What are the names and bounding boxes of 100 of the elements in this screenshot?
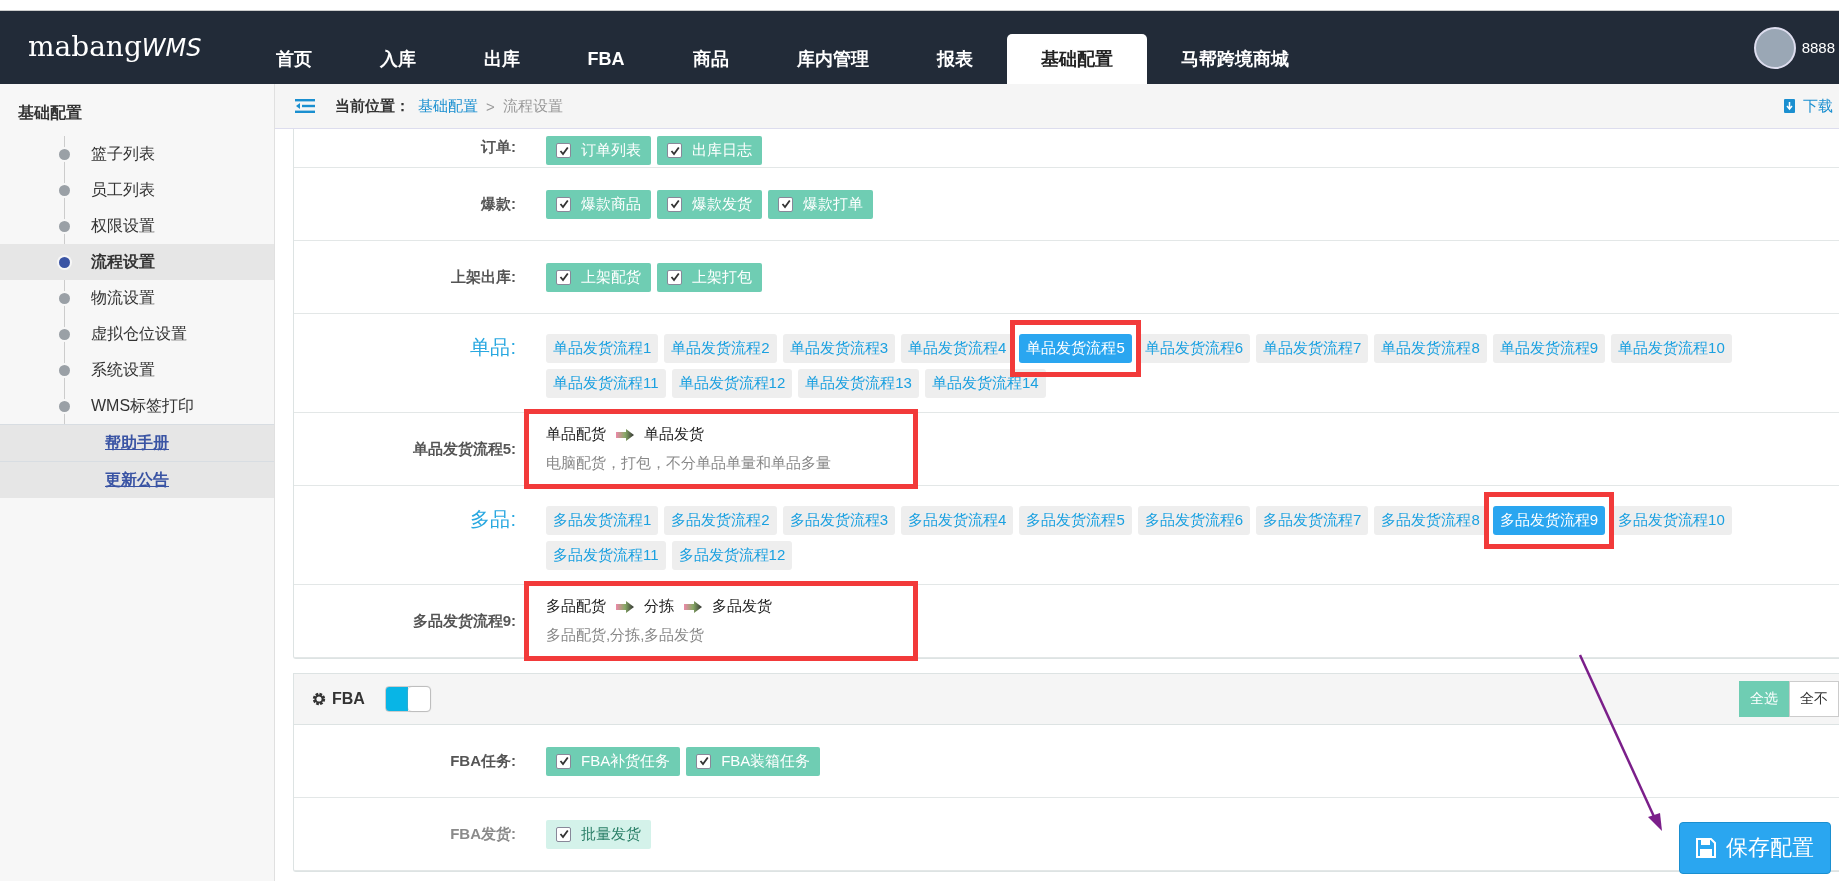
checkbox-label: FBA装箱任务	[721, 751, 811, 771]
checkbox-option[interactable]: 订单列表	[546, 136, 651, 165]
arrow-icon	[616, 600, 634, 613]
flow-option[interactable]: 单品发货流程3	[782, 334, 896, 363]
avatar[interactable]	[1753, 26, 1796, 69]
select-button[interactable]: 全选	[1739, 681, 1789, 717]
checkbox-option[interactable]: 上架配货	[546, 262, 651, 292]
sidebar-item[interactable]: 员工列表	[0, 172, 274, 208]
flow-option[interactable]: 多品发货流程12	[671, 541, 793, 570]
nav-tab[interactable]: FBA	[553, 34, 659, 84]
checkbox-option[interactable]: 上架打包	[657, 262, 762, 292]
field-label: 多品发货流程9:	[411, 611, 517, 631]
flow-option[interactable]: 单品发货流程9	[1492, 334, 1606, 363]
flow-option[interactable]: 多品发货流程3	[782, 506, 896, 535]
flow-option[interactable]: 单品发货流程10	[1611, 334, 1732, 363]
nav-tab[interactable]: 库内管理	[762, 34, 903, 84]
flow-option[interactable]: 单品发货流程2	[664, 334, 777, 363]
flow-option[interactable]: 单品发货流程1	[546, 334, 659, 363]
flow-option[interactable]: 多品发货流程1	[546, 506, 659, 535]
nav-tab[interactable]: 马帮跨境商城	[1146, 34, 1323, 84]
flow-step: 单品配货	[546, 425, 606, 444]
flow-option[interactable]: 多品发货流程7	[1256, 506, 1369, 535]
field-label: 爆款:	[480, 194, 517, 214]
checkbox-label: 批量发货	[581, 824, 641, 844]
flow-option[interactable]: 单品发货流程14	[924, 369, 1046, 398]
flow-step: 单品发货	[644, 425, 704, 444]
flow-description: 多品配货,分拣,多品发货	[546, 626, 706, 645]
checkbox-option[interactable]: 爆款商品	[546, 189, 651, 219]
save-button[interactable]: 保存配置	[1679, 822, 1831, 874]
breadcrumb-separator: >	[486, 97, 495, 115]
checkbox-option[interactable]: 批量发货	[546, 819, 651, 849]
checkbox-label: 爆款打单	[803, 194, 863, 214]
nav-tab[interactable]: 基础配置	[1006, 34, 1147, 84]
flow-option[interactable]: 多品发货流程8	[1374, 506, 1487, 535]
breadcrumb-link[interactable]: 基础配置	[418, 96, 478, 116]
toggle-switch[interactable]	[384, 686, 431, 712]
flow-option[interactable]: 单品发货流程7	[1256, 334, 1369, 363]
checkbox-option[interactable]: FBA补货任务	[546, 746, 681, 776]
user-name[interactable]: 8888	[1801, 39, 1835, 56]
field-label: 多品:	[469, 507, 517, 532]
checkbox[interactable]	[556, 753, 571, 769]
checkbox-option[interactable]: 出库日志	[657, 136, 762, 165]
checkbox[interactable]	[556, 143, 571, 158]
field-label: FBA发货:	[449, 824, 517, 844]
sidebar-link[interactable]: 帮助手册	[105, 432, 169, 454]
field-label: 上架出库:	[450, 267, 517, 287]
checkbox-label: 出库日志	[692, 141, 752, 160]
checkbox-option[interactable]: 爆款发货	[657, 189, 762, 219]
breadcrumb-current: 流程设置	[502, 96, 563, 116]
sidebar-item[interactable]: 篮子列表	[0, 136, 274, 172]
flow-option[interactable]: 多品发货流程6	[1137, 506, 1251, 535]
flow-option[interactable]: 多品发货流程5	[1019, 506, 1132, 535]
checkbox-option[interactable]: FBA装箱任务	[686, 746, 821, 776]
flow-step: 分拣	[644, 597, 674, 616]
breadcrumb-label: 当前位置：	[335, 96, 410, 116]
checkbox-label: FBA补货任务	[581, 751, 671, 771]
flow-option[interactable]: 多品发货流程11	[546, 541, 666, 570]
nav-tab[interactable]: 商品	[658, 34, 763, 84]
checkbox[interactable]	[667, 196, 682, 212]
sidebar-link[interactable]: 更新公告	[105, 469, 169, 491]
checkbox-option[interactable]: 爆款打单	[768, 189, 873, 219]
flow-option[interactable]: 多品发货流程2	[664, 506, 777, 535]
nav-tab[interactable]: 报表	[902, 34, 1007, 84]
checkbox-label: 订单列表	[581, 141, 641, 160]
checkbox[interactable]	[667, 269, 682, 285]
arrow-icon	[616, 428, 634, 441]
select-button[interactable]: 全不	[1789, 681, 1839, 717]
flow-option[interactable]: 单品发货流程5	[1019, 334, 1132, 363]
flow-option[interactable]: 单品发货流程11	[546, 369, 666, 398]
nav-tab[interactable]: 入库	[345, 34, 450, 84]
flow-option[interactable]: 多品发货流程9	[1492, 506, 1606, 535]
checkbox[interactable]	[556, 826, 571, 842]
gear-icon	[312, 692, 326, 706]
flow-description: 电脑配货，打包，不分单品单量和单品多量	[546, 454, 832, 473]
checkbox[interactable]	[778, 196, 793, 212]
sidebar-item[interactable]: 流程设置	[0, 244, 274, 280]
sidebar-item[interactable]: WMS标签打印	[0, 388, 274, 424]
checkbox[interactable]	[667, 143, 682, 158]
checkbox-label: 爆款商品	[581, 194, 641, 214]
field-label: 单品发货流程5:	[411, 439, 517, 459]
sidebar-item[interactable]: 虚拟仓位设置	[0, 316, 274, 352]
nav-tab[interactable]: 出库	[449, 34, 554, 84]
download-icon	[1784, 99, 1795, 113]
sidebar-item[interactable]: 权限设置	[0, 208, 274, 244]
download-link[interactable]: 下载	[1784, 96, 1839, 116]
sidebar-item[interactable]: 系统设置	[0, 352, 274, 388]
checkbox[interactable]	[696, 753, 712, 769]
checkbox[interactable]	[556, 269, 571, 285]
flow-option[interactable]: 单品发货流程8	[1374, 334, 1487, 363]
field-label: 单品:	[469, 335, 517, 360]
flow-step: 多品发货	[712, 597, 772, 616]
flow-option[interactable]: 单品发货流程13	[798, 369, 919, 398]
sidebar-item[interactable]: 物流设置	[0, 280, 274, 316]
nav-tab[interactable]: 首页	[241, 34, 346, 84]
flow-option[interactable]: 单品发货流程12	[671, 369, 793, 398]
checkbox-label: 上架打包	[692, 267, 752, 287]
flow-step: 多品配货	[546, 597, 606, 616]
flow-option[interactable]: 多品发货流程10	[1611, 506, 1732, 535]
checkbox[interactable]	[556, 196, 571, 212]
flow-option[interactable]: 多品发货流程4	[901, 506, 1014, 535]
